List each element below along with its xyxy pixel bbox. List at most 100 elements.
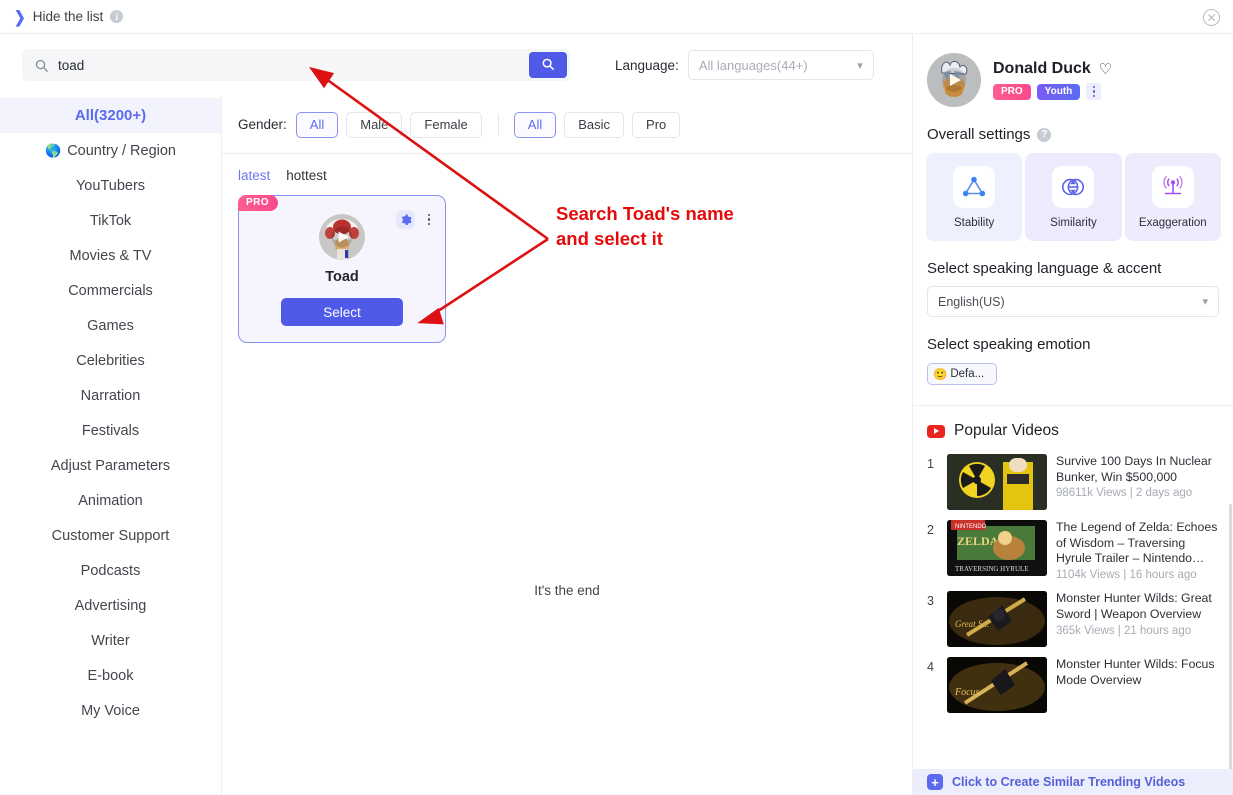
video-list-item[interactable]: 4 Focus Monster Hunter Wilds: Focus Mode O… — [913, 652, 1233, 718]
similarity-icon — [1052, 165, 1095, 208]
video-stats: 1104k Views | 16 hours ago — [1056, 569, 1197, 582]
setting-card-similarity[interactable]: Similarity — [1025, 153, 1122, 241]
sidebar-item-label: Writer — [91, 632, 130, 649]
video-title: Survive 100 Days In Nuclear Bunker, Win … — [1056, 454, 1212, 484]
sidebar-item-label: Podcasts — [80, 562, 141, 579]
video-meta: Monster Hunter Wilds: Focus Mode Overvie… — [1056, 657, 1221, 713]
setting-card-label: Exaggeration — [1138, 216, 1207, 229]
video-stats: 365k Views | 21 hours ago — [1056, 624, 1192, 637]
sidebar-item-podcasts[interactable]: Podcasts — [0, 553, 221, 588]
sidebar-item-games[interactable]: Games — [0, 308, 221, 343]
sidebar-item-label: Games — [87, 317, 134, 334]
annotation-line-1: Search Toad's name — [556, 203, 734, 224]
language-filter-label: Language: — [615, 57, 679, 73]
sidebar-item-label: Narration — [80, 387, 141, 404]
close-icon[interactable]: ✕ — [1203, 9, 1220, 26]
gender-filter-female[interactable]: Female — [410, 111, 482, 138]
sidebar-item-my-voice[interactable]: My Voice — [0, 693, 221, 728]
sidebar-item-writer[interactable]: Writer — [0, 623, 221, 658]
svg-text:Great S...: Great S... — [955, 619, 989, 629]
profile-header: Donald Duck ♡ PRO Youth — [913, 34, 1233, 107]
language-section-title: Select speaking language & accent — [927, 260, 1162, 277]
tier-filter-pro[interactable]: Pro — [632, 111, 681, 138]
search-input[interactable] — [58, 57, 570, 73]
sidebar-item-festivals[interactable]: Festivals — [0, 413, 221, 448]
more-vertical-icon[interactable] — [423, 212, 435, 228]
gender-filter-male[interactable]: Male — [346, 111, 403, 138]
more-vertical-icon[interactable] — [1086, 83, 1102, 100]
sidebar-item-e-book[interactable]: E-book — [0, 658, 221, 693]
annotation-line-2: and select it — [556, 227, 663, 249]
setting-card-exaggeration[interactable]: Exaggeration — [1124, 153, 1221, 241]
svg-text:Focus: Focus — [954, 687, 980, 698]
create-similar-videos-button[interactable]: + Click to Create Similar Trending Video… — [913, 769, 1233, 795]
filter-bar: Gender: All Male Female All Basic Pro — [222, 96, 912, 154]
setting-card-stability[interactable]: Stability — [926, 153, 1023, 241]
gender-filter-label: Gender: — [238, 117, 287, 132]
voice-library-dialog: ❯ Hide the list i ✕ Language: — [0, 0, 1233, 795]
sidebar-item-all-3200[interactable]: All(3200+) — [0, 98, 221, 133]
question-icon[interactable]: ? — [1037, 127, 1052, 142]
emotion-chip-default[interactable]: 🙂 Defa... — [927, 363, 997, 385]
language-select[interactable]: All languages(44+) ▾ — [687, 50, 874, 80]
search-icon — [541, 57, 555, 74]
sidebar-item-label: Movies & TV — [69, 247, 152, 264]
scrollbar[interactable] — [1229, 504, 1232, 795]
sidebar-item-label: Celebrities — [76, 352, 145, 369]
sidebar-item-country-region[interactable]: 🌎 Country / Region — [0, 133, 221, 168]
sidebar-item-label: Country / Region — [67, 142, 176, 159]
video-list-item[interactable]: 2 NINTENDO ZELDA TRAVERSING HYRULE The Legen… — [913, 515, 1233, 586]
voice-detail-panel: Donald Duck ♡ PRO Youth Overall settings… — [912, 34, 1233, 795]
chevron-down-icon: ▾ — [857, 59, 863, 72]
sidebar-item-narration[interactable]: Narration — [0, 378, 221, 413]
sidebar-item-movies-tv[interactable]: Movies & TV — [0, 238, 221, 273]
speaking-language-select[interactable]: English(US) ▾ — [927, 286, 1219, 317]
end-of-list-note: It's the end — [534, 583, 600, 598]
sidebar-item-label: Commercials — [68, 282, 153, 299]
sidebar-item-commercials[interactable]: Commercials — [0, 273, 221, 308]
sort-tab-hottest[interactable]: hottest — [286, 168, 327, 183]
sidebar-item-label: Customer Support — [51, 527, 170, 544]
category-sidebar: All(3200+) 🌎 Country / Region YouTubers TikT… — [0, 96, 222, 795]
search-submit-button[interactable] — [529, 52, 567, 78]
overall-settings-title: Overall settings — [927, 126, 1031, 143]
profile-tags: PRO Youth — [993, 83, 1112, 100]
overall-settings-cards: Stability Similarity Exaggeration — [913, 143, 1233, 241]
heart-icon[interactable]: ♡ — [1099, 60, 1112, 78]
sidebar-item-animation[interactable]: Animation — [0, 483, 221, 518]
status-badge-youth: Youth — [1036, 83, 1081, 100]
video-meta: Monster Hunter Wilds: Great Sword | Weap… — [1056, 591, 1221, 647]
language-select-value: All languages(44+) — [698, 57, 808, 73]
tier-filter-basic[interactable]: Basic — [564, 111, 625, 138]
setting-card-label: Similarity — [1050, 216, 1097, 229]
video-stats: 98611k Views | 2 days ago — [1056, 487, 1193, 500]
voice-card-toad[interactable]: PRO Toad Select — [238, 195, 446, 343]
info-icon[interactable]: i — [110, 10, 124, 23]
voice-card-name: Toad — [325, 269, 359, 285]
video-thumbnail: Great S... — [947, 591, 1047, 648]
sidebar-item-customer-support[interactable]: Customer Support — [0, 518, 221, 553]
gender-filter-all[interactable]: All — [295, 111, 339, 138]
popular-videos-header: Popular Videos — [913, 406, 1233, 440]
sidebar-item-tiktok[interactable]: TikTok — [0, 203, 221, 238]
tier-filter-all[interactable]: All — [513, 111, 557, 138]
sidebar-item-adjust-parameters[interactable]: Adjust Parameters — [0, 448, 221, 483]
speaking-language-value: English(US) — [938, 294, 1005, 309]
sort-tab-latest[interactable]: latest — [238, 168, 270, 183]
sidebar-item-label: E-book — [87, 667, 134, 684]
video-list-item[interactable]: 1 Survive 100 Days In Nuclear Bunker, Win… — [913, 449, 1233, 515]
sidebar-item-advertising[interactable]: Advertising — [0, 588, 221, 623]
create-similar-videos-label: Click to Create Similar Trending Videos — [952, 775, 1186, 789]
sidebar-item-youtubers[interactable]: YouTubers — [0, 168, 221, 203]
voice-card-tools — [396, 210, 435, 229]
search-box[interactable] — [22, 49, 570, 81]
gear-icon[interactable] — [396, 210, 415, 229]
setting-card-label: Stability — [954, 216, 995, 229]
hide-list-label: Hide the list — [32, 9, 104, 24]
sidebar-item-label: Advertising — [74, 597, 147, 614]
popular-videos-title: Popular Videos — [954, 422, 1059, 439]
sidebar-item-celebrities[interactable]: Celebrities — [0, 343, 221, 378]
hide-list-toggle[interactable]: ❯ Hide the list i — [14, 8, 124, 25]
select-button[interactable]: Select — [281, 298, 403, 326]
video-list-item[interactable]: 3 Great S... Monster Hunter Wilds: Great S… — [913, 586, 1233, 652]
